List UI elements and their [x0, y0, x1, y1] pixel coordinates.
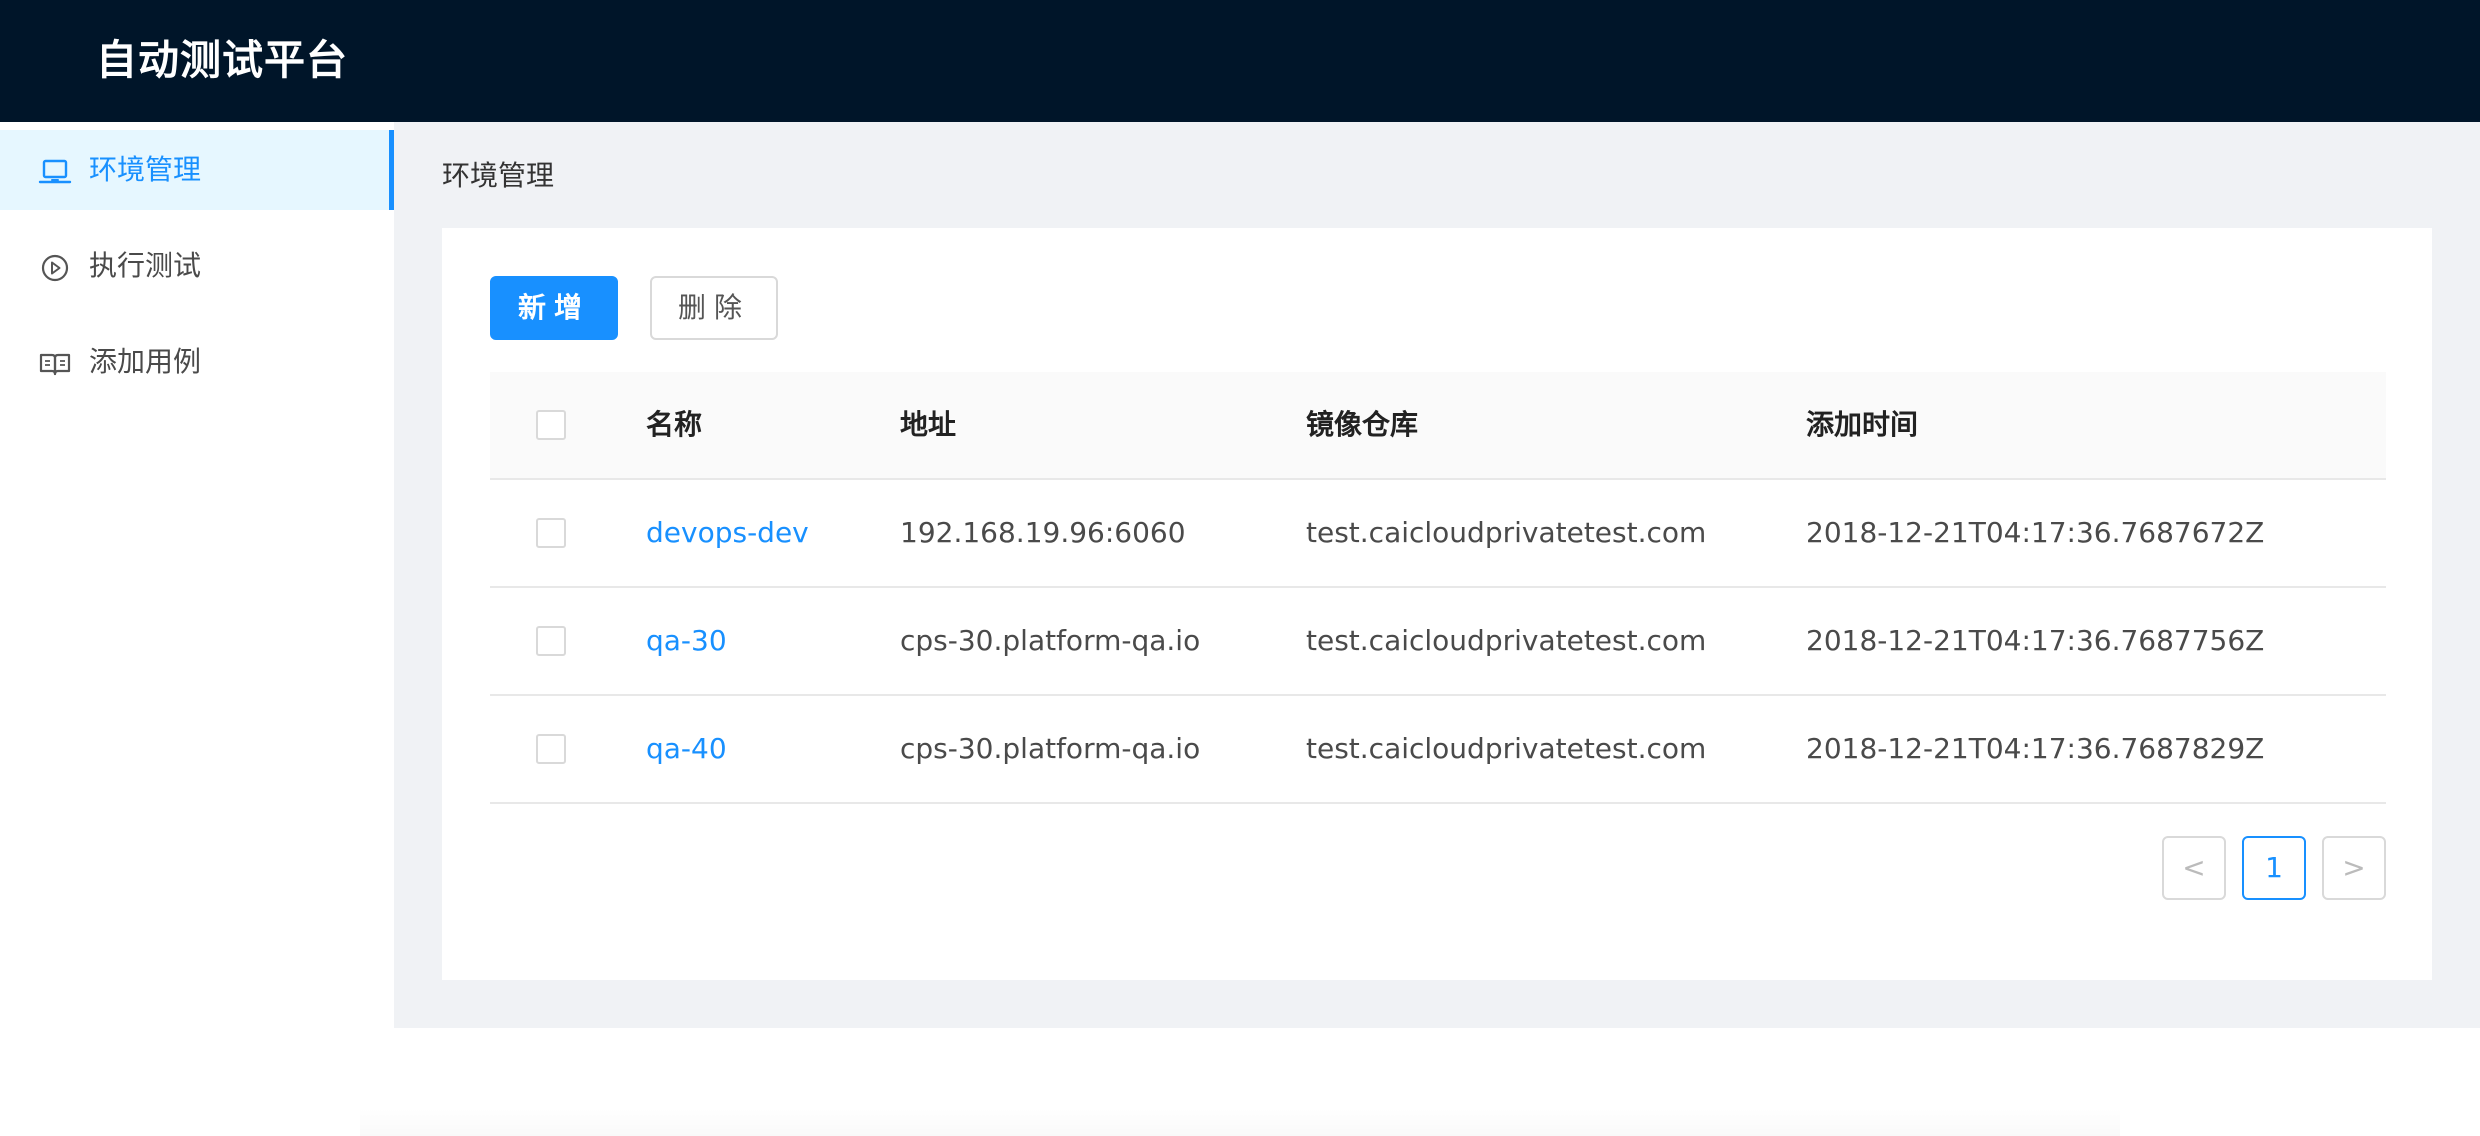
env-registry: test.caicloudprivatetest.com [1306, 516, 1707, 549]
select-all-checkbox[interactable] [536, 410, 566, 440]
laptop-icon [38, 159, 72, 184]
env-registry: test.caicloudprivatetest.com [1306, 624, 1707, 657]
sidebar: 环境管理 执行测试 添加用例 [0, 122, 394, 1136]
sidebar-item-run-tests[interactable]: 执行测试 [0, 226, 394, 306]
env-created-time: 2018-12-21T04:17:36.7687756Z [1806, 624, 2265, 657]
breadcrumb: 环境管理 [442, 159, 555, 192]
table-row: devops-dev 192.168.19.96:6060 test.caicl… [490, 480, 2386, 588]
env-address: cps-30.platform-qa.io [900, 732, 1201, 765]
row-checkbox[interactable] [536, 518, 566, 548]
add-button[interactable]: 新增 [490, 276, 618, 340]
sidebar-item-add-cases[interactable]: 添加用例 [0, 322, 394, 402]
column-header-address: 地址 [900, 408, 957, 441]
column-header-registry: 镜像仓库 [1306, 408, 1419, 441]
pagination-next-button[interactable]: > [2322, 836, 2386, 900]
env-address: cps-30.platform-qa.io [900, 624, 1201, 657]
table-row: qa-40 cps-30.platform-qa.io test.caiclou… [490, 696, 2386, 804]
env-registry: test.caicloudprivatetest.com [1306, 732, 1707, 765]
app-title: 自动测试平台 [96, 36, 348, 84]
env-created-time: 2018-12-21T04:17:36.7687829Z [1806, 732, 2265, 765]
row-checkbox[interactable] [536, 626, 566, 656]
table-header: 名称 地址 镜像仓库 添加时间 [490, 372, 2386, 480]
table-row: qa-30 cps-30.platform-qa.io test.caiclou… [490, 588, 2386, 696]
top-header: 自动测试平台 [0, 0, 2480, 122]
book-open-icon [39, 353, 71, 376]
play-circle-icon [41, 254, 69, 282]
sidebar-item-label: 执行测试 [89, 249, 202, 282]
pagination-page-1[interactable]: 1 [2242, 836, 2306, 900]
sidebar-item-label: 添加用例 [89, 345, 202, 378]
bottom-shadow [360, 1108, 2120, 1136]
sidebar-item-environment[interactable]: 环境管理 [0, 130, 394, 210]
row-checkbox[interactable] [536, 734, 566, 764]
env-name-link[interactable]: qa-40 [646, 696, 727, 802]
sidebar-item-label: 环境管理 [89, 153, 202, 186]
env-name-link[interactable]: qa-30 [646, 588, 727, 694]
env-address: 192.168.19.96:6060 [900, 516, 1186, 549]
column-header-name: 名称 [646, 408, 703, 441]
column-header-created: 添加时间 [1806, 408, 1919, 441]
delete-button[interactable]: 删除 [650, 276, 778, 340]
env-name-link[interactable]: devops-dev [646, 480, 809, 586]
env-created-time: 2018-12-21T04:17:36.7687672Z [1806, 516, 2265, 549]
pagination-prev-button[interactable]: < [2162, 836, 2226, 900]
